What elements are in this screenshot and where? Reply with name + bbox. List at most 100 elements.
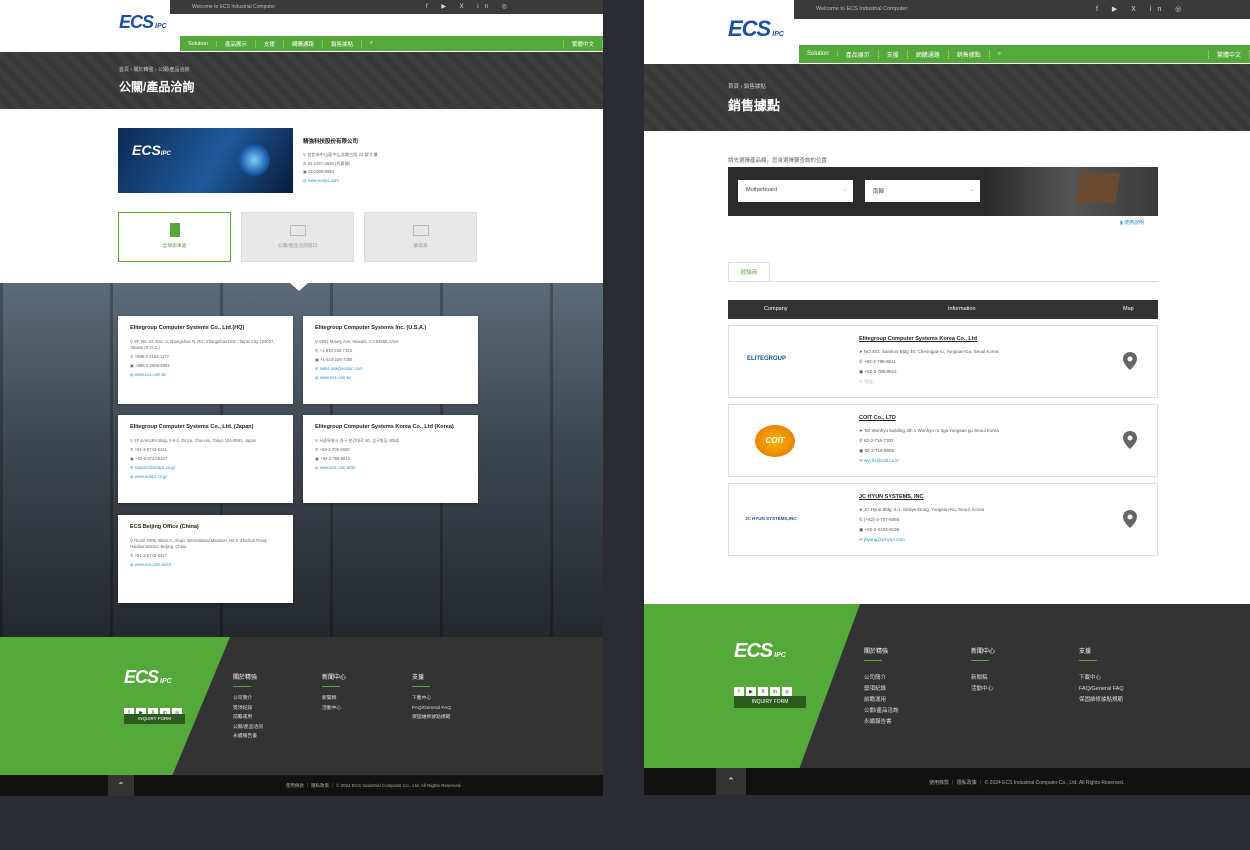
back-to-top-button[interactable]: ⌃	[716, 768, 746, 795]
footer-news-list[interactable]: 新聞稿 活動中心	[322, 694, 341, 713]
terms-link[interactable]: 使用條款	[286, 783, 304, 788]
dealer-name[interactable]: Elitegroup Computer Systems Korea Co., L…	[859, 336, 977, 342]
office-card-usa: Elitegroup Computer Systems Inc. (U.S.A.…	[303, 316, 478, 404]
crumb-home[interactable]: 首頁	[728, 84, 739, 90]
footer-about-list[interactable]: 公司簡介 獎項紀錄 前瞻運用 公關/產品洽詢 永續報告書	[233, 694, 263, 742]
nav-products[interactable]: 產品展示	[838, 49, 879, 59]
nav-solution[interactable]: Solution	[180, 40, 217, 47]
book-icon: ▮	[1120, 220, 1123, 226]
building-icon	[169, 223, 180, 237]
footer-news-head: 新聞中心	[971, 646, 995, 661]
tab-divider	[728, 281, 1158, 282]
page-title: 銷售據點	[728, 98, 781, 113]
nav-products[interactable]: 產品展示	[217, 39, 256, 48]
office-background	[0, 283, 603, 637]
social-icons[interactable]: f ▶ X in ◎	[1096, 5, 1187, 13]
copyright-text: © 2024 ECS Industrial Computer Co., Ltd.…	[984, 780, 1125, 786]
top-strip: Welcome to ECS Industrial Computer f ▶ X…	[170, 0, 603, 14]
search-icon[interactable]: ⌕	[362, 40, 381, 47]
footer-news-list[interactable]: 新聞稿 活動中心	[971, 673, 993, 695]
company-fax: ▣ 02-2658-8891	[303, 169, 335, 174]
main-nav: Solution 產品展示 支援 網購通路 銷售據點 ⌕ 繁體中文	[799, 45, 1250, 63]
breadcrumb: 首頁 › 關於精強 › 公關/產品洽詢	[119, 67, 190, 73]
main-nav: Solution 產品展示 支援 網購通路 銷售據點 ⌕ 繁體中文	[180, 36, 603, 51]
site-footer: ECS IPC f ▶ Xin ◎ INQUIRY FORM 關於精強 公司簡介 獎項紀錄…	[0, 637, 603, 796]
dealer-row: COIT COIT Co., LTD ➤ 'Mi' Wonhyo buildin…	[728, 404, 1158, 477]
contact-page: Welcome to ECS Industrial Computer f ▶ X…	[0, 0, 603, 796]
page-hero: 首頁 › 銷售據點 銷售據點	[644, 64, 1250, 131]
tab-pr-contact[interactable]: 公關/產品洽詢窗口	[241, 212, 354, 262]
dealer-table-header: Company Information Map	[728, 300, 1158, 319]
map-pin-icon[interactable]	[1123, 510, 1137, 528]
crumb-home[interactable]: 首頁	[119, 67, 129, 73]
welcome-text: Welcome to ECS Industrial Computer	[192, 4, 275, 10]
company-image: ECSIPC	[118, 128, 293, 193]
ecs-logo[interactable]: ECS IPC	[728, 16, 784, 42]
dealer-logo: ELITEGROUP	[747, 356, 787, 362]
form-icon	[412, 225, 429, 236]
col-information: Information	[948, 306, 976, 312]
language-switch[interactable]: 繁體中文	[562, 39, 603, 48]
nav-shop[interactable]: 網購通路	[908, 49, 949, 59]
privacy-link[interactable]: 隱私政策	[957, 780, 977, 786]
nav-solution[interactable]: Solution	[799, 51, 838, 57]
breadcrumb: 首頁 › 銷售據點	[728, 84, 766, 90]
footer-about-head: 關於精強	[233, 672, 257, 687]
footer-news-head: 新聞中心	[322, 672, 346, 687]
sales-locations-page: Welcome to ECS Industrial Computer f ▶ X…	[644, 0, 1250, 795]
office-card-japan: Elitegroup Computer Systems Co., Ltd. (J…	[118, 415, 293, 503]
copyright-bar: ⌃ 使用條款 ｜ 隱私政策 ｜ © 2024 ECS Industrial Co…	[644, 768, 1250, 795]
col-map: Map	[1123, 306, 1134, 312]
footer-about-head: 關於精強	[864, 646, 888, 661]
crumb-current: 銷售據點	[743, 84, 766, 90]
footer-logo[interactable]: ECS IPC	[124, 667, 172, 688]
tab-global-offices[interactable]: 全球辦事處	[118, 212, 231, 262]
footer-support-head: 支援	[412, 672, 430, 687]
site-footer: ECS IPC f ▶ Xin ◎ INQUIRY FORM 關於精強 公司簡介 獎項紀錄…	[644, 604, 1250, 795]
language-switch[interactable]: 繁體中文	[1207, 49, 1250, 59]
tab-form[interactable]: 填寫表	[364, 212, 477, 262]
dealer-name[interactable]: JC HYUN SYSTEMS, INC	[859, 494, 923, 500]
site-header: Welcome to ECS Industrial Computer f ▶ X…	[0, 0, 603, 52]
id-card-icon	[289, 225, 306, 236]
crumb-about[interactable]: 關於精強	[133, 67, 153, 73]
site-header: Welcome to ECS Industrial Computer f ▶ X…	[644, 0, 1250, 64]
welcome-text: Welcome to ECS Industrial Computer	[816, 6, 908, 12]
nav-sales[interactable]: 銷售據點	[949, 49, 990, 59]
col-company: Company	[764, 306, 788, 312]
back-to-top-button[interactable]: ⌃	[108, 775, 134, 796]
office-card-korea: Elitegroup Computer Systems Korea Co., L…	[303, 415, 478, 503]
region-select[interactable]: 南韓 ⌄	[865, 180, 980, 202]
dealer-row: JC HYUN SYSTEMS,INC JC HYUN SYSTEMS, INC…	[728, 483, 1158, 556]
footer-logo[interactable]: ECS IPC	[734, 640, 786, 663]
keyboard-key-image	[1075, 173, 1121, 203]
product-select[interactable]: Motherboard ⌄	[738, 180, 853, 202]
office-card-china: ECS Beijing Office (China) ⚲ Room 2306, …	[118, 515, 293, 603]
map-help-link[interactable]: ▮ 使用說明	[1120, 219, 1144, 226]
page-title: 公關/產品洽詢	[119, 80, 195, 94]
dealer-logo: COIT	[755, 425, 795, 457]
search-icon[interactable]: ⌕	[990, 51, 1009, 58]
select-hint: 請先選擇產品線，您會選擇要查詢的位置	[728, 158, 828, 164]
footer-about-list[interactable]: 公司簡介 獎項紀錄 前瞻運用 公關/產品洽詢 永續報告書	[864, 673, 899, 728]
footer-support-list[interactable]: 下載中心 FAQ/General FAQ 保固維修據點規範	[1079, 673, 1124, 706]
nav-support[interactable]: 支援	[256, 39, 284, 48]
inquiry-form-button[interactable]: INQUIRY FORM	[734, 696, 806, 708]
crumb-current: 公關/產品洽詢	[157, 67, 190, 73]
social-icons[interactable]: f ▶ X in ◎	[426, 3, 513, 10]
company-address: ⚲ 台北市中山區中山北路三段 22 號 8 樓	[303, 152, 378, 157]
tab-distributor[interactable]: 經銷商	[728, 262, 770, 282]
nav-sales[interactable]: 銷售據點	[323, 39, 362, 48]
map-pin-icon[interactable]	[1123, 352, 1137, 370]
inquiry-form-button[interactable]: INQUIRY FORM	[124, 714, 185, 724]
terms-link[interactable]: 使用條款	[929, 780, 949, 786]
nav-shop[interactable]: 網購通路	[284, 39, 323, 48]
nav-support[interactable]: 支援	[879, 49, 908, 59]
company-web[interactable]: ◍ www.ecsipc.com	[303, 177, 378, 186]
copyright-text: © 2024 ECS Industrial Computer Co., Ltd.…	[336, 783, 462, 788]
ecs-logo[interactable]: ECS IPC	[119, 12, 167, 33]
dealer-name[interactable]: COIT Co., LTD	[859, 415, 896, 421]
map-pin-icon[interactable]	[1123, 431, 1137, 449]
footer-support-list[interactable]: 下載中心 FAQ/General FAQ 保固維修據點規範	[412, 694, 451, 723]
privacy-link[interactable]: 隱私政策	[311, 783, 329, 788]
